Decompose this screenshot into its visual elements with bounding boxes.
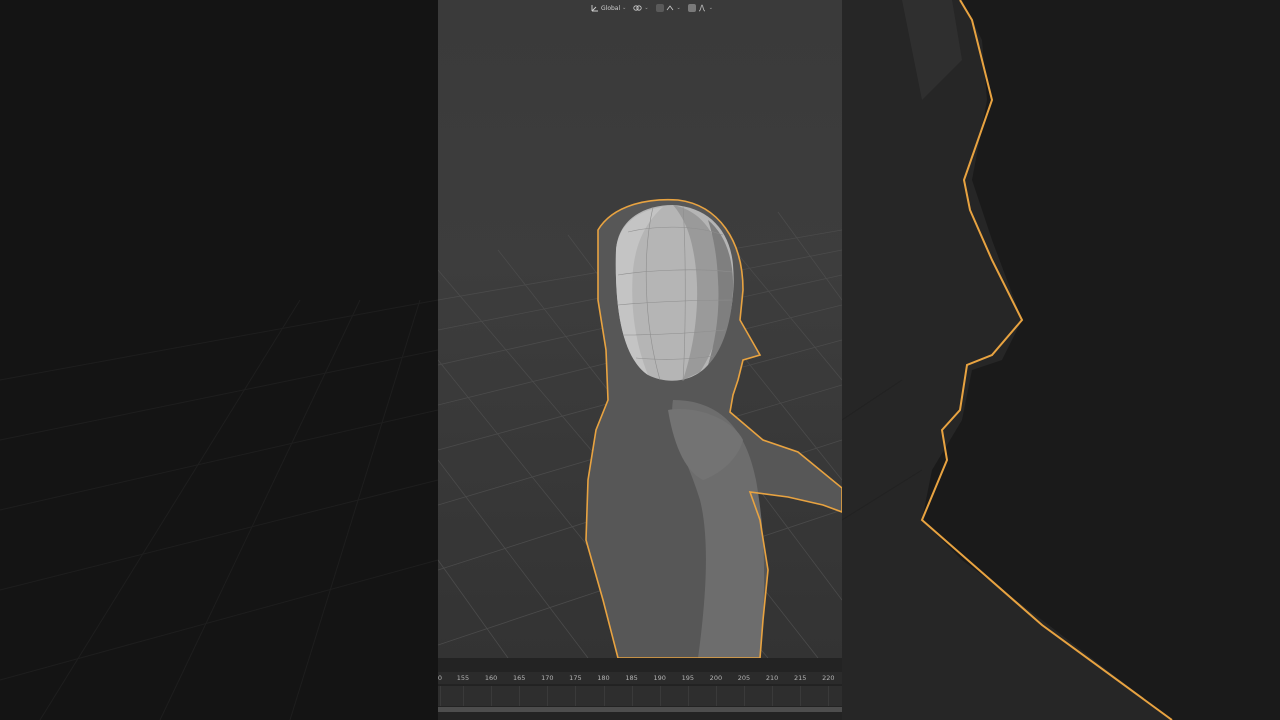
- proportional-edit-icon: [687, 4, 696, 12]
- frame-grid-line: [772, 686, 774, 706]
- viewport-header-toolbar: Global ⌄ ⌄ ⌄ ⌄: [588, 2, 715, 14]
- frame-grid-line: [659, 686, 661, 706]
- zoomed-outline-view: [842, 0, 1173, 720]
- chevron-down-icon: ⌄: [708, 5, 713, 11]
- timeline-scrollbar[interactable]: [438, 707, 842, 712]
- frame-tick-label: 215: [793, 674, 807, 682]
- frame-grid-line: [463, 686, 464, 706]
- frame-tick-label: 200: [709, 674, 723, 682]
- frame-grid-line: [800, 686, 802, 706]
- frame-tick-label: 205: [737, 674, 751, 682]
- chevron-down-icon: ⌄: [622, 5, 627, 11]
- chevron-down-icon: ⌄: [644, 5, 649, 11]
- frame-tick-label: 180: [597, 674, 610, 682]
- head-sphere-mesh: [615, 205, 734, 382]
- frame-tick-label: 160: [484, 674, 498, 682]
- transform-orientation-label: Global: [601, 4, 621, 12]
- scrollbar-thumb[interactable]: [438, 707, 842, 712]
- frame-grid-line: [631, 686, 633, 706]
- frame-tick-label: 195: [681, 674, 695, 682]
- pivot-point-icon: [633, 4, 642, 13]
- frame-grid-line: [603, 686, 605, 706]
- frame-grid-line: [744, 686, 745, 706]
- snap-target-icon: [666, 4, 675, 13]
- snap-toggle[interactable]: ⌄: [654, 2, 683, 14]
- left-backdrop: [0, 0, 438, 720]
- timeline-editor[interactable]: 0 155 160 165 170 175 180 185 190 195 200 205 210 215…: [438, 658, 842, 720]
- transform-orientation-dropdown[interactable]: Global ⌄: [588, 2, 628, 14]
- orientation-axes-icon: [590, 4, 599, 13]
- frame-grid-line: [687, 686, 689, 706]
- frame-tick-label: 220: [822, 674, 835, 682]
- falloff-curve-icon: [698, 4, 707, 13]
- chevron-down-icon: ⌄: [676, 5, 681, 11]
- viewport-scene[interactable]: [438, 0, 842, 658]
- frame-grid-line: [440, 686, 441, 706]
- frame-grid-line: [547, 686, 549, 706]
- frame-tick-label: 170: [541, 674, 554, 682]
- proportional-edit-toggle[interactable]: ⌄: [686, 2, 715, 14]
- frame-grid-line: [519, 686, 521, 706]
- frame-tick-label: 165: [512, 674, 526, 682]
- frame-grid-line: [491, 686, 493, 706]
- keyframe-track[interactable]: [438, 685, 842, 706]
- frame-tick-label: 210: [765, 674, 779, 682]
- frame-tick-label: 0: [438, 674, 443, 682]
- frame-tick-label: 185: [625, 674, 638, 682]
- left-grid-floor: [0, 299, 438, 720]
- frame-grid-line: [575, 686, 577, 706]
- frame-grid-line: [828, 686, 830, 706]
- pivot-point-dropdown[interactable]: ⌄: [631, 2, 650, 14]
- 3d-viewport[interactable]: Global ⌄ ⌄ ⌄ ⌄: [438, 0, 842, 658]
- frame-tick-label: 190: [653, 674, 666, 682]
- frame-tick-label: 175: [569, 674, 582, 682]
- right-zoom-backdrop: [842, 0, 1280, 720]
- snap-magnet-icon: [655, 4, 664, 12]
- frame-tick-label: 155: [456, 674, 470, 682]
- frame-ruler[interactable]: 0 155 160 165 170 175 180 185 190 195 200 205 210 215…: [438, 672, 842, 684]
- frame-grid-line: [715, 686, 717, 706]
